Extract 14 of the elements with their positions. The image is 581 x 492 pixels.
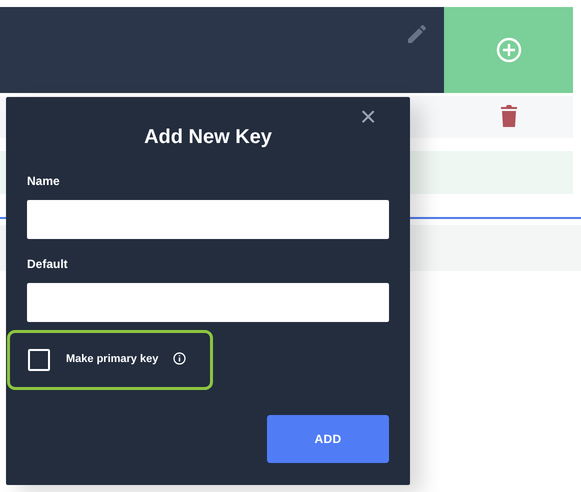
plus-circle-icon [496, 37, 522, 63]
input-field[interactable] [27, 283, 389, 322]
input-field[interactable] [27, 200, 389, 239]
pencil-icon[interactable] [405, 22, 429, 46]
checkbox-label: Make primary key [66, 352, 158, 367]
field-label: Default [27, 256, 68, 273]
add-button[interactable] [444, 7, 573, 93]
dialog-title: Add New Key [143, 125, 273, 150]
checkbox[interactable] [28, 349, 50, 371]
trash-icon[interactable] [499, 104, 519, 128]
close-button[interactable]: × [360, 103, 376, 131]
info-icon[interactable] [173, 352, 186, 365]
add-key-button[interactable]: ADD [267, 415, 389, 463]
field-label: Name [27, 173, 60, 190]
